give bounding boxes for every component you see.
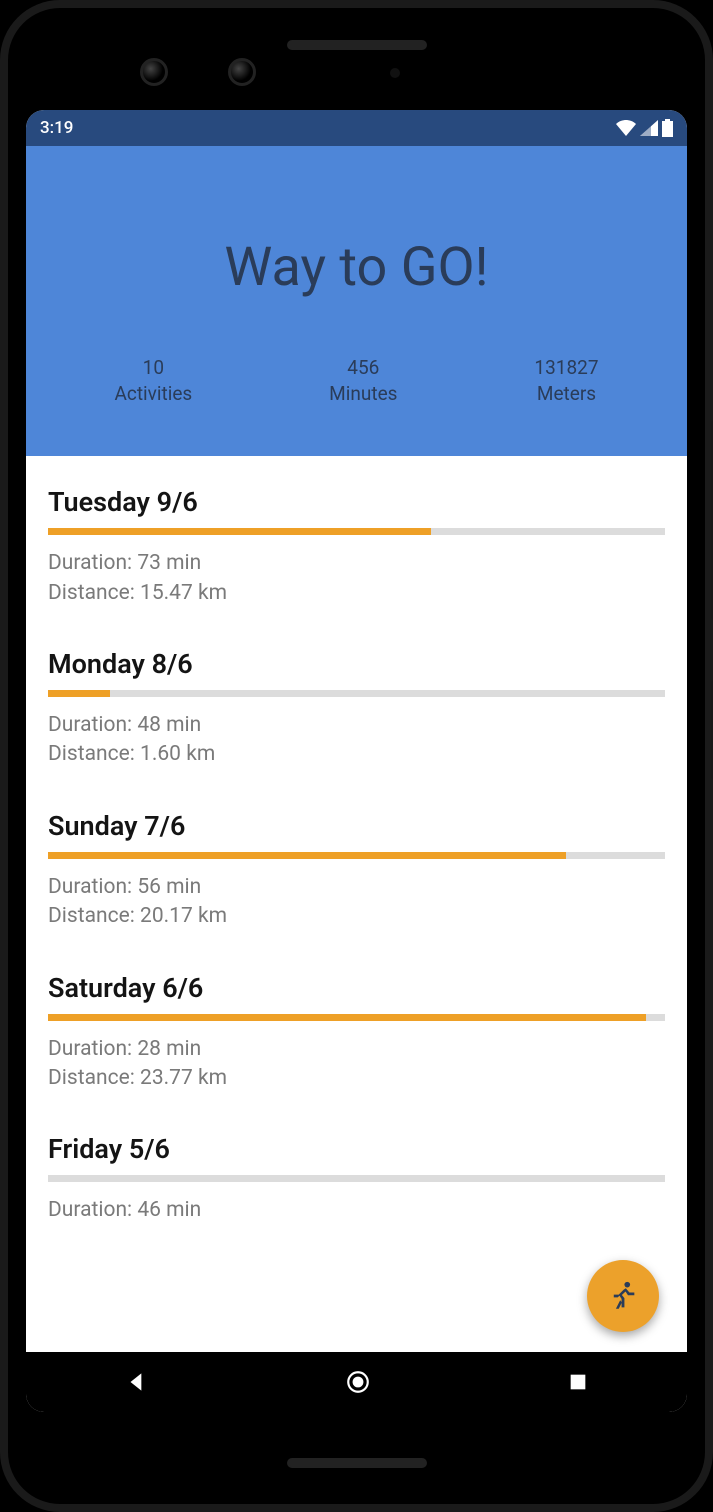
activity-progress [48, 1175, 665, 1182]
activity-title: Saturday 6/6 [48, 972, 665, 1004]
activity-meta: Duration: 56 min Distance: 20.17 km [48, 873, 665, 932]
activity-progress-fill [48, 1014, 646, 1021]
status-icons [616, 119, 673, 137]
activity-duration: Duration: 56 min [48, 873, 665, 902]
activity-meta: Duration: 73 min Distance: 15.47 km [48, 549, 665, 608]
activity-item[interactable]: Sunday 7/6 Duration: 56 min Distance: 20… [26, 790, 687, 952]
activity-progress [48, 852, 665, 859]
nav-recent-icon[interactable] [567, 1371, 589, 1393]
nav-back-icon[interactable] [124, 1369, 150, 1395]
device-frame: 3:19 Way to GO! 10 Activities 456 Minute… [0, 0, 713, 1512]
hero-header: Way to GO! 10 Activities 456 Minutes 131… [26, 146, 687, 456]
stat-activities-value: 10 [114, 355, 192, 381]
activity-progress-fill [48, 690, 110, 697]
stat-meters-value: 131827 [534, 355, 598, 381]
activity-duration: Duration: 73 min [48, 549, 665, 578]
activity-progress [48, 1014, 665, 1021]
speaker-top [287, 40, 427, 50]
activity-progress [48, 528, 665, 535]
activity-progress [48, 690, 665, 697]
activity-duration: Duration: 28 min [48, 1035, 665, 1064]
status-time: 3:19 [40, 118, 73, 138]
activity-item[interactable]: Monday 8/6 Duration: 48 min Distance: 1.… [26, 628, 687, 790]
screen: 3:19 Way to GO! 10 Activities 456 Minute… [26, 110, 687, 1412]
activity-list[interactable]: Tuesday 9/6 Duration: 73 min Distance: 1… [26, 456, 687, 1352]
activity-distance: Distance: 20.17 km [48, 902, 665, 931]
activity-duration: Duration: 46 min [48, 1196, 665, 1225]
wifi-icon [616, 120, 636, 136]
start-activity-fab[interactable] [587, 1260, 659, 1332]
sensor-dot [390, 68, 400, 78]
android-navbar [26, 1352, 687, 1412]
activity-meta: Duration: 46 min [48, 1196, 665, 1225]
activity-progress-fill [48, 528, 431, 535]
stat-activities: 10 Activities [114, 355, 192, 406]
activity-title: Tuesday 9/6 [48, 486, 665, 518]
activity-meta: Duration: 28 min Distance: 23.77 km [48, 1035, 665, 1094]
camera-lens-1 [140, 58, 168, 86]
activity-distance: Distance: 23.77 km [48, 1064, 665, 1093]
status-bar: 3:19 [26, 110, 687, 146]
activity-title: Sunday 7/6 [48, 810, 665, 842]
stat-minutes-label: Minutes [329, 381, 397, 407]
stat-activities-label: Activities [114, 381, 192, 407]
activity-item[interactable]: Saturday 6/6 Duration: 28 min Distance: … [26, 952, 687, 1114]
hero-title: Way to GO! [46, 236, 667, 299]
nav-home-icon[interactable] [345, 1369, 371, 1395]
activity-item[interactable]: Friday 5/6 Duration: 46 min [26, 1113, 687, 1245]
camera-lens-2 [228, 58, 256, 86]
activity-distance: Distance: 15.47 km [48, 579, 665, 608]
speaker-bottom [287, 1458, 427, 1468]
stat-minutes-value: 456 [329, 355, 397, 381]
run-icon [606, 1279, 640, 1313]
activity-title: Friday 5/6 [48, 1133, 665, 1165]
hero-stats: 10 Activities 456 Minutes 131827 Meters [46, 355, 667, 406]
activity-meta: Duration: 48 min Distance: 1.60 km [48, 711, 665, 770]
cell-signal-icon [640, 120, 658, 136]
activity-item[interactable]: Tuesday 9/6 Duration: 73 min Distance: 1… [26, 466, 687, 628]
stat-meters-label: Meters [534, 381, 598, 407]
stat-meters: 131827 Meters [534, 355, 598, 406]
activity-duration: Duration: 48 min [48, 711, 665, 740]
activity-progress-fill [48, 852, 566, 859]
battery-icon [662, 119, 673, 137]
stat-minutes: 456 Minutes [329, 355, 397, 406]
activity-distance: Distance: 1.60 km [48, 740, 665, 769]
activity-title: Monday 8/6 [48, 648, 665, 680]
